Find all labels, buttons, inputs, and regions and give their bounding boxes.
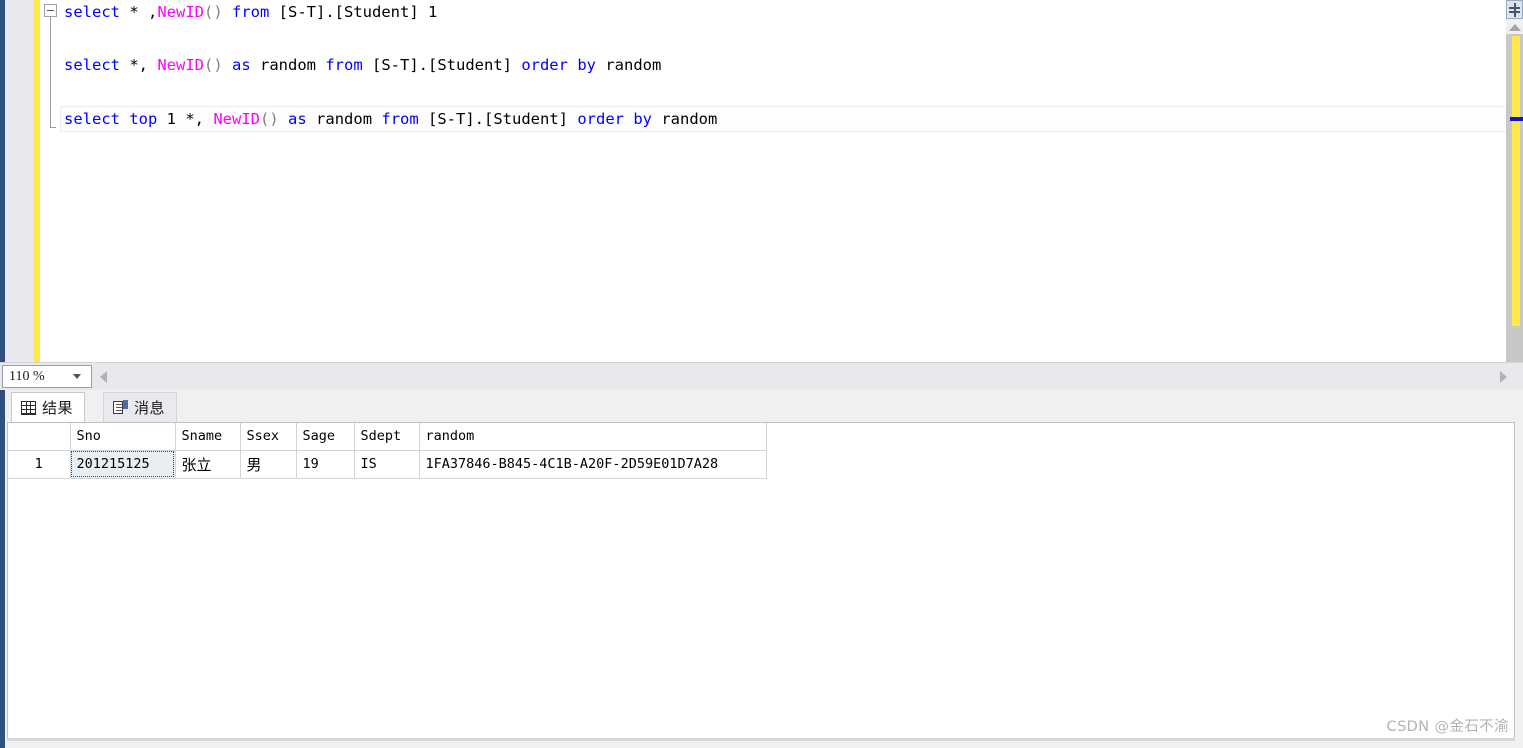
grid-cell-ssex[interactable]: 男 [240, 450, 297, 479]
tab-messages[interactable]: 消息 [103, 392, 178, 422]
grid-col-header-sdept[interactable]: Sdept [354, 423, 420, 451]
scroll-change-marker [1510, 117, 1523, 121]
grid-cell-random[interactable]: 1FA37846-B845-4C1B-A20F-2D59E01D7A28 [419, 450, 767, 479]
results-grid-bottom-edge [7, 738, 1515, 741]
chevron-down-icon[interactable] [73, 374, 81, 379]
tab-results[interactable]: 结果 [11, 392, 86, 422]
grid-col-header-sname[interactable]: Sname [175, 423, 241, 451]
collapse-region-icon[interactable] [44, 4, 57, 17]
grid-col-header-random[interactable]: random [419, 423, 767, 451]
watermark-text: CSDN @金石不渝 [1386, 719, 1509, 735]
grid-col-header-sage[interactable]: Sage [296, 423, 355, 451]
tab-results-label: 结果 [42, 400, 74, 417]
zoom-level-value: 110 % [9, 368, 45, 384]
grid-cell-sno[interactable]: 201215125 [70, 450, 176, 479]
grid-cell-sname[interactable]: 张立 [175, 450, 241, 479]
editor-outlining-column[interactable] [42, 0, 60, 140]
results-tab-strip[interactable]: 结果 消息 [5, 390, 1523, 422]
split-editor-icon[interactable] [1506, 0, 1523, 19]
sql-editor-pane[interactable]: select * ,NewID() from [S-T].[Student] 1… [0, 0, 1523, 362]
grid-row-number[interactable]: 1 [8, 450, 71, 479]
vertical-scroll-thumb[interactable] [1512, 36, 1520, 326]
editor-bottom-bar[interactable]: 110 % [0, 362, 1523, 390]
grid-header-row: Sno Sname Ssex Sage Sdept random [8, 423, 767, 451]
results-pane: 结果 消息 Sno Sname Ssex Sage Sdept random 1… [0, 390, 1523, 748]
grid-cell-sage[interactable]: 19 [296, 450, 355, 479]
editor-indicator-margin[interactable] [7, 0, 34, 362]
grid-cell-sdept[interactable]: IS [354, 450, 420, 479]
outline-vertical-line [50, 17, 51, 127]
tab-messages-label: 消息 [134, 400, 166, 417]
scroll-left-arrow-icon[interactable] [100, 371, 107, 383]
message-icon [113, 400, 128, 415]
results-grid-container[interactable]: Sno Sname Ssex Sage Sdept random 1 20121… [7, 422, 1515, 740]
scroll-up-arrow-icon[interactable] [1509, 24, 1521, 31]
code-line-3[interactable]: select top 1 *, NewID() as random from [… [64, 109, 717, 129]
table-row[interactable]: 1 201215125 张立 男 19 IS 1FA37846-B845-4C1… [8, 450, 767, 479]
code-line-1[interactable]: select * ,NewID() from [S-T].[Student] 1 [64, 2, 437, 22]
outline-end-tick [50, 127, 56, 128]
grid-corner-cell[interactable] [8, 423, 71, 451]
code-line-2[interactable]: select *, NewID() as random from [S-T].[… [64, 55, 661, 75]
results-left-accent-edge [0, 390, 5, 748]
grid-icon [21, 400, 36, 415]
grid-col-header-ssex[interactable]: Ssex [240, 423, 297, 451]
results-grid[interactable]: Sno Sname Ssex Sage Sdept random 1 20121… [8, 423, 767, 479]
grid-col-header-sno[interactable]: Sno [70, 423, 176, 451]
zoom-level-dropdown[interactable]: 110 % [2, 365, 92, 388]
scroll-right-arrow-icon[interactable] [1500, 371, 1507, 383]
split-icon-line-vertical [1514, 3, 1516, 17]
editor-vertical-scrollbar[interactable] [1506, 0, 1523, 362]
